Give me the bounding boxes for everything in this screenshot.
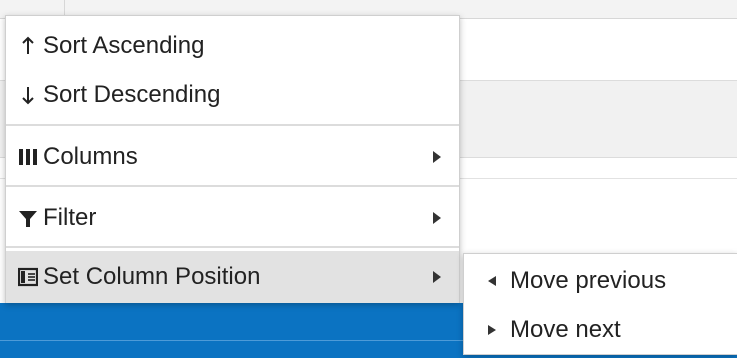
- submenu-arrow-icon: [433, 151, 441, 163]
- menu-item-label: Set Column Position: [43, 263, 261, 290]
- column-position-submenu: Move previous Move next: [463, 253, 737, 355]
- set-column-position-menu-item[interactable]: Set Column Position: [6, 251, 459, 303]
- submenu-arrow-icon: [433, 212, 441, 224]
- submenu-arrow-icon: [433, 271, 441, 283]
- submenu-item-label: Move previous: [510, 267, 667, 294]
- menu-item-label: Sort Descending: [43, 81, 221, 108]
- arrow-down-icon: [18, 85, 38, 105]
- filter-menu-item[interactable]: Filter: [6, 196, 459, 240]
- columns-icon: [18, 147, 38, 167]
- triangle-left-icon: [488, 276, 496, 286]
- sort-descending-menu-item[interactable]: Sort Descending: [6, 73, 459, 117]
- triangle-right-icon: [488, 325, 496, 335]
- filter-icon: [18, 208, 38, 228]
- menu-item-label: Filter: [43, 204, 97, 231]
- columns-menu-item[interactable]: Columns: [6, 135, 459, 179]
- arrow-up-icon: [18, 36, 38, 56]
- move-next-menu-item[interactable]: Move next: [464, 307, 737, 353]
- menu-separator: [6, 185, 459, 187]
- menu-separator: [6, 246, 459, 248]
- column-position-icon: [18, 267, 38, 287]
- menu-item-label: Columns: [43, 143, 138, 170]
- menu-separator: [6, 124, 459, 126]
- column-context-menu: Sort Ascending Sort Descending Columns F…: [5, 15, 460, 303]
- submenu-item-label: Move next: [510, 316, 621, 343]
- grid-with-column-menu: Sort Ascending Sort Descending Columns F…: [0, 0, 737, 358]
- sort-ascending-menu-item[interactable]: Sort Ascending: [6, 24, 459, 68]
- menu-item-label: Sort Ascending: [43, 32, 205, 59]
- move-previous-menu-item[interactable]: Move previous: [464, 258, 737, 304]
